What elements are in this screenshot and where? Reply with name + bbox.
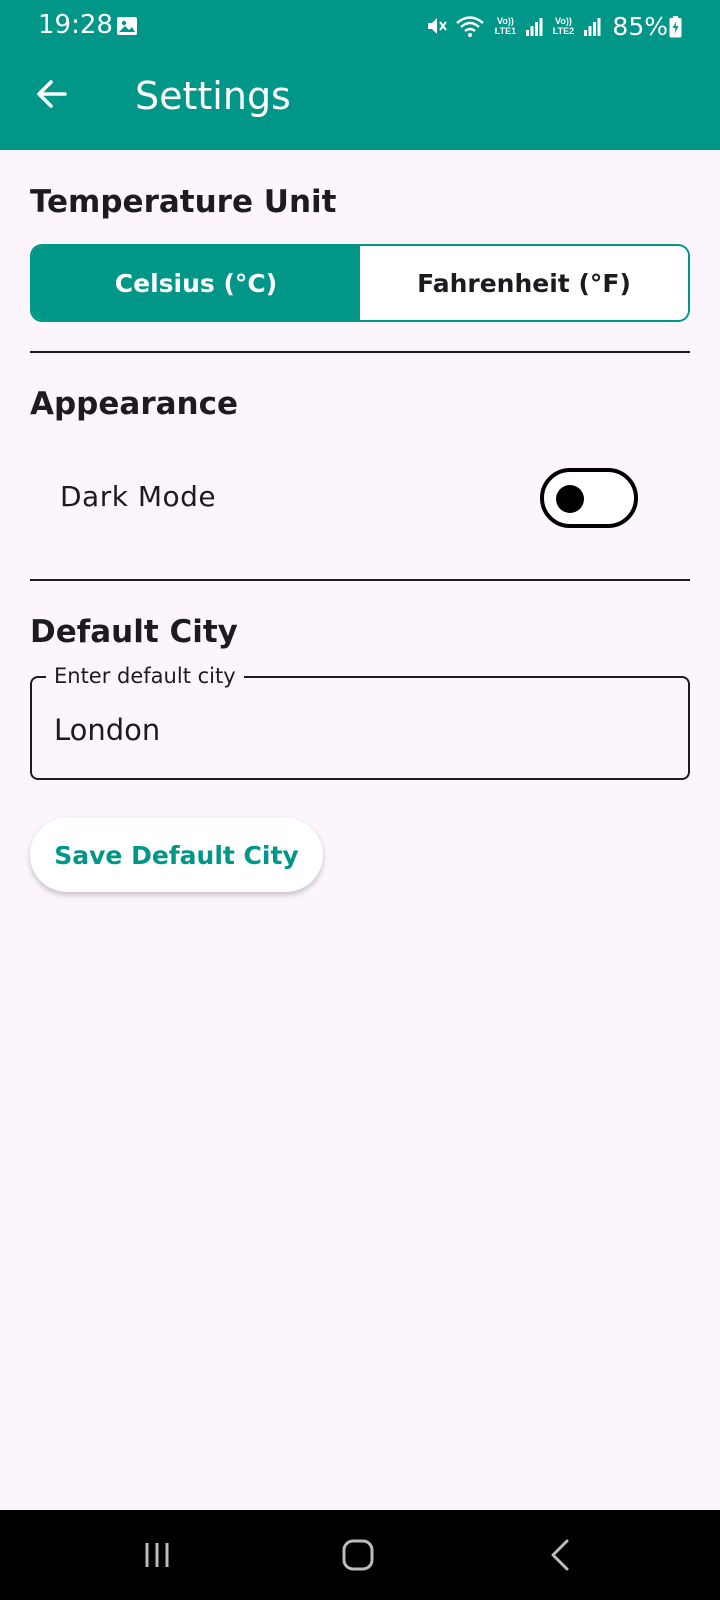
signal-icon xyxy=(584,18,601,36)
field-label: Enter default city xyxy=(46,664,244,688)
chevron-left-icon xyxy=(551,1539,569,1571)
battery-percent: 85% xyxy=(612,11,668,41)
navigation-bar xyxy=(0,1510,720,1600)
status-time: 19:28 xyxy=(38,10,113,40)
sim2-label: Vo)) LTE2 xyxy=(552,16,575,36)
appearance-heading: Appearance xyxy=(30,386,238,422)
status-icons: Vo)) LTE1 Vo)) LTE2 85% xyxy=(426,11,668,41)
temperature-unit-heading: Temperature Unit xyxy=(30,184,337,220)
default-city-heading: Default City xyxy=(30,614,238,650)
status-bar: 19:28 Vo)) LTE1 Vo)) LTE2 85% xyxy=(0,0,720,52)
nav-back-button[interactable] xyxy=(530,1530,590,1580)
default-city-field: Enter default city xyxy=(30,664,690,780)
divider xyxy=(30,351,690,353)
temperature-unit-toggle: Celsius (°C) Fahrenheit (°F) xyxy=(30,244,690,322)
battery-icon xyxy=(669,16,682,38)
sim1-label: Vo)) LTE1 xyxy=(494,16,517,36)
page-title: Settings xyxy=(135,74,291,118)
arrow-left-icon xyxy=(37,80,67,108)
recents-button[interactable] xyxy=(127,1530,187,1580)
gallery-icon xyxy=(117,17,137,35)
home-button[interactable] xyxy=(328,1530,388,1580)
wifi-icon xyxy=(456,16,485,37)
switch-knob xyxy=(556,485,584,513)
app-bar: Settings xyxy=(0,52,720,150)
default-city-input[interactable] xyxy=(54,708,654,752)
save-default-city-button[interactable]: Save Default City xyxy=(30,818,323,892)
signal-icon xyxy=(526,18,543,36)
dark-mode-switch[interactable] xyxy=(540,468,638,528)
home-icon xyxy=(342,1539,374,1571)
top-header: 19:28 Vo)) LTE1 Vo)) LTE2 85% Settings xyxy=(0,0,720,150)
mute-icon xyxy=(428,18,448,34)
celsius-option[interactable]: Celsius (°C) xyxy=(32,246,360,320)
dark-mode-label: Dark Mode xyxy=(60,480,217,513)
divider xyxy=(30,579,690,581)
back-button[interactable] xyxy=(30,72,74,116)
fahrenheit-option[interactable]: Fahrenheit (°F) xyxy=(360,246,688,320)
recents-icon xyxy=(145,1543,169,1567)
